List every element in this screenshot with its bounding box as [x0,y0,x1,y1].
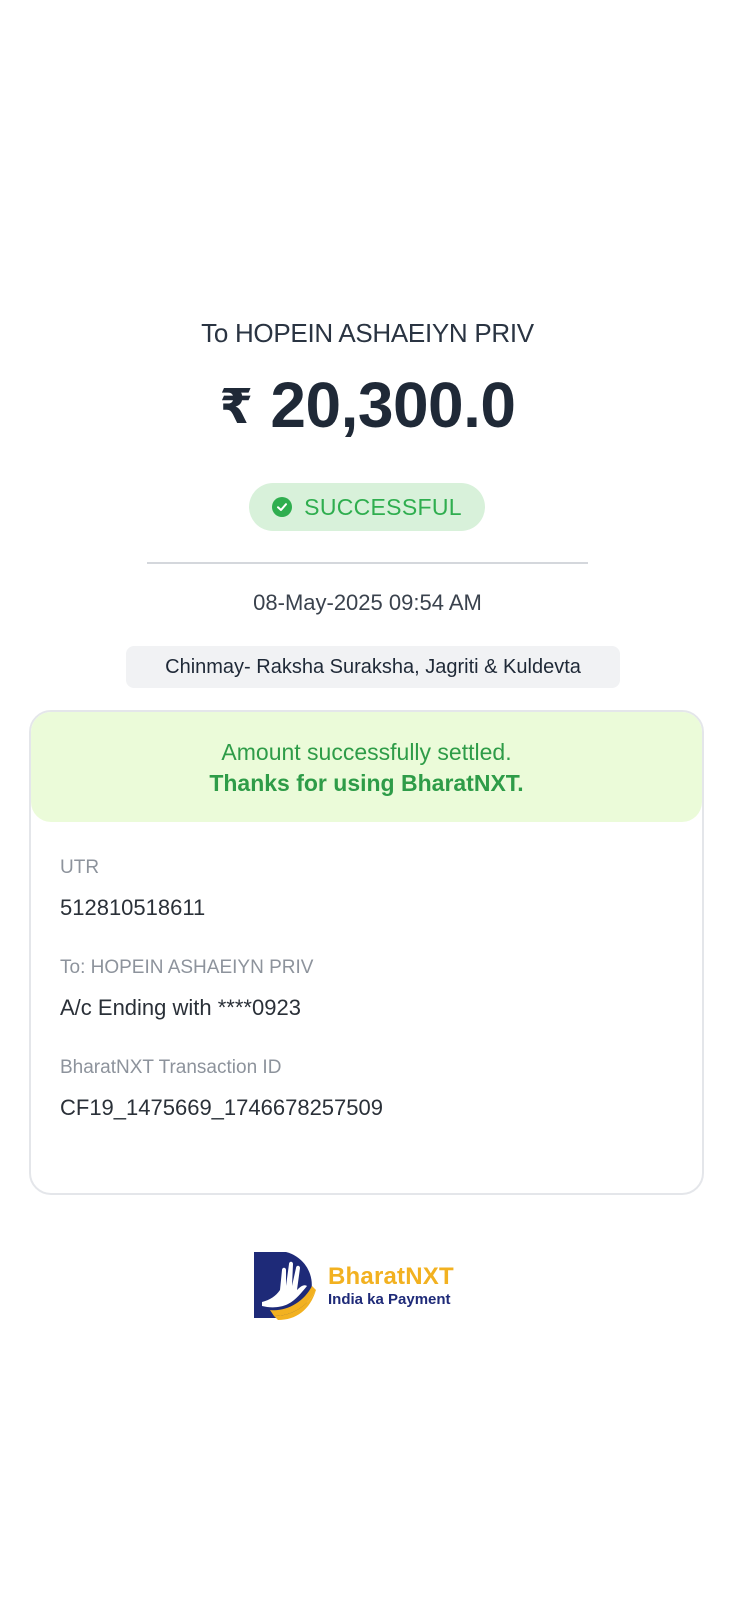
transaction-id-value: CF19_1475669_1746678257509 [60,1095,383,1120]
brand-name: BharatNXT [328,1263,454,1290]
payment-note: Chinmay- Raksha Suraksha, Jagriti & Kuld… [126,646,620,688]
transaction-datetime: 08-May-2025 09:54 AM [253,590,482,615]
payee-label: To: HOPEIN ASHAEIYN PRIV [60,957,314,978]
transaction-id-label: BharatNXT Transaction ID [60,1057,282,1078]
status-badge: SUCCESSFUL [249,483,485,531]
utr-value: 512810518611 [60,895,206,920]
status-label: SUCCESSFUL [304,493,462,520]
brand-logo: BharatNXT India ka Payment [252,1250,486,1325]
bharatnxt-hand-logo-icon [252,1250,322,1325]
recipient-title: To HOPEIN ASHAEIYN PRIV [201,318,534,348]
banner-thanks: Thanks for using BharatNXT. [209,770,524,796]
account-value: A/c Ending with ****0923 [60,995,301,1020]
brand-text: BharatNXT India ka Payment [328,1264,454,1310]
payee-field: To: HOPEIN ASHAEIYN PRIV A/c Ending with… [60,957,313,1021]
utr-label: UTR [60,857,100,878]
transaction-id-field: BharatNXT Transaction ID CF19_1475669_17… [60,1057,383,1121]
brand-tagline: India ka Payment [328,1291,451,1308]
amount-value: 20,300.0 [270,369,516,441]
rupee-symbol: ₹ [219,381,253,434]
settlement-banner: Amount successfully settled. Thanks for … [31,712,702,822]
amount-display: ₹20,300.0 [0,368,735,442]
check-circle-icon [272,497,293,517]
settlement-card: Amount successfully settled. Thanks for … [29,710,704,1195]
banner-message: Amount successfully settled. [221,739,512,765]
divider [147,562,588,564]
utr-field: UTR 512810518611 [60,857,205,921]
